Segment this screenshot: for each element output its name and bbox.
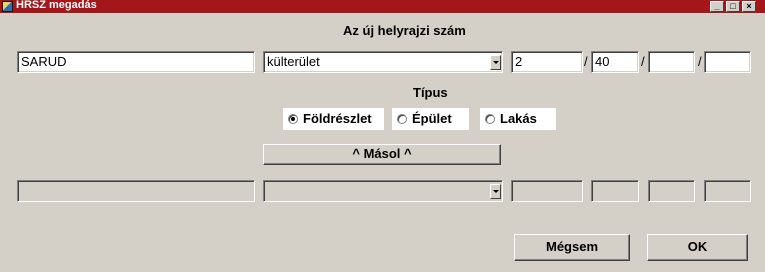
radio-foldreszlet[interactable]: Földrészlet bbox=[283, 108, 384, 130]
hrsz-dialog: HRSZ megadás _ □ × Az új helyrajzi szám … bbox=[0, 0, 765, 272]
cancel-button[interactable]: Mégsem bbox=[514, 234, 630, 261]
close-button[interactable]: × bbox=[742, 1, 756, 12]
type-heading: Típus bbox=[413, 85, 448, 100]
radio-unselected-icon[interactable] bbox=[485, 114, 495, 124]
radio-unselected-icon[interactable] bbox=[397, 114, 407, 124]
ok-button[interactable]: OK bbox=[647, 234, 748, 261]
new-hrsz-heading: Az új helyrajzi szám bbox=[343, 23, 466, 38]
radio-selected-icon[interactable] bbox=[288, 114, 298, 124]
radio-label: Lakás bbox=[500, 111, 537, 126]
underlying-window-text bbox=[215, 272, 615, 280]
area-type-value: külterület bbox=[267, 54, 320, 69]
hrsz-part1-input[interactable]: 2 bbox=[511, 51, 583, 73]
minimize-button[interactable]: _ bbox=[710, 1, 724, 12]
copy-button[interactable]: ^ Másol ^ bbox=[263, 144, 501, 165]
area-type-select[interactable]: külterület bbox=[263, 51, 503, 73]
app-icon bbox=[2, 1, 13, 12]
radio-label: Épület bbox=[412, 111, 452, 126]
window-title: HRSZ megadás bbox=[16, 0, 97, 11]
hrsz-part3-input[interactable] bbox=[648, 51, 695, 73]
chevron-down-icon bbox=[490, 184, 501, 199]
old-hrsz-part3-input bbox=[648, 180, 695, 202]
hrsz-part2-input[interactable]: 40 bbox=[591, 51, 639, 73]
hrsz-separator: / bbox=[641, 54, 645, 69]
hrsz-part4-input[interactable] bbox=[704, 51, 751, 73]
old-hrsz-part2-input bbox=[591, 180, 639, 202]
hrsz-separator: / bbox=[584, 54, 588, 69]
hrsz-separator: / bbox=[698, 54, 702, 69]
radio-lakas[interactable]: Lakás bbox=[480, 108, 556, 130]
old-area-type-select bbox=[263, 180, 503, 202]
chevron-down-icon[interactable] bbox=[490, 55, 501, 70]
old-settlement-input bbox=[17, 180, 255, 202]
settlement-input[interactable]: SARUD bbox=[17, 51, 255, 73]
maximize-button[interactable]: □ bbox=[726, 1, 740, 12]
old-hrsz-part4-input bbox=[704, 180, 751, 202]
radio-label: Földrészlet bbox=[303, 111, 372, 126]
old-hrsz-part1-input bbox=[511, 180, 583, 202]
title-bar: HRSZ megadás _ □ × bbox=[0, 0, 765, 13]
radio-epulet[interactable]: Épület bbox=[392, 108, 469, 130]
